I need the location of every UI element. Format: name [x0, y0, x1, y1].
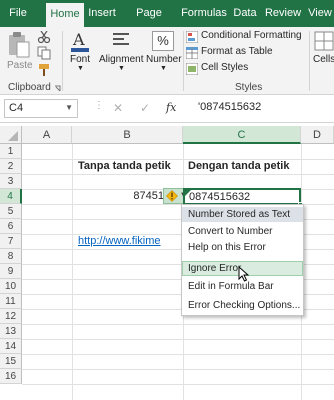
menu-item-help-on-this-error[interactable]: Help on this Error — [182, 240, 303, 255]
mouse-cursor-icon — [238, 266, 249, 282]
formula-input[interactable]: '0874515632 — [188, 99, 334, 118]
ribbon-tab-bar: File Home Insert Page Layout Formulas Da… — [0, 0, 334, 46]
alignment-label: Alignment — [99, 54, 144, 65]
paste-label: Paste — [7, 60, 33, 71]
column-header-c[interactable]: C — [183, 126, 301, 144]
menu-item-error-checking-options[interactable]: Error Checking Options... — [182, 298, 303, 313]
number-button[interactable]: % Number ▼ — [146, 29, 182, 79]
row-header-14[interactable]: 14 — [0, 339, 22, 354]
paste-button[interactable]: Paste — [4, 31, 34, 75]
alignment-icon — [113, 33, 129, 45]
row-header-9[interactable]: 9 — [0, 264, 22, 279]
menu-item-convert-to-number[interactable]: Convert to Number — [182, 224, 303, 239]
row-header-13[interactable]: 13 — [0, 324, 22, 339]
tab-insert[interactable]: Insert — [86, 0, 118, 27]
format-as-table-label: Format as Table — [201, 46, 273, 57]
column-header-d[interactable]: D — [301, 126, 334, 144]
ribbon-separator — [309, 31, 310, 91]
cells-label[interactable]: Cells — [313, 54, 334, 65]
tab-page-layout[interactable]: Page Layout — [120, 0, 178, 46]
clipboard-group-label: Clipboard — [8, 82, 51, 93]
row-header-3[interactable]: 3 — [0, 174, 22, 189]
tab-formulas[interactable]: Formulas — [181, 0, 227, 27]
error-indicator-triangle — [185, 190, 191, 196]
row-header-11[interactable]: 11 — [0, 294, 22, 309]
name-box[interactable]: C4 ▼ — [4, 99, 78, 118]
alignment-button[interactable]: Alignment ▼ — [98, 29, 144, 79]
cell-c2[interactable]: Dengan tanda petik — [188, 160, 289, 172]
tab-home[interactable]: Home — [46, 3, 84, 27]
cell-styles-button[interactable]: Cell Styles — [186, 62, 310, 76]
font-label: Font — [70, 54, 91, 65]
font-dropdown-arrow: ▼ — [77, 65, 84, 72]
alignment-dropdown-arrow: ▼ — [118, 65, 125, 72]
enter-entry-icon[interactable]: ✓ — [140, 101, 150, 115]
paste-icon — [9, 32, 30, 58]
cell-c4-value: 0874515632 — [189, 191, 251, 203]
cancel-entry-icon[interactable]: ✕ — [113, 101, 123, 115]
cell-b7-link[interactable]: http://www.fikime — [78, 235, 181, 247]
row-header-12[interactable]: 12 — [0, 309, 22, 324]
conditional-formatting-icon — [186, 31, 198, 43]
tab-review[interactable]: Review — [263, 0, 303, 27]
font-color-icon: A — [71, 30, 89, 52]
row-header-10[interactable]: 10 — [0, 279, 22, 294]
row-header-6[interactable]: 6 — [0, 219, 22, 234]
cell-styles-label: Cell Styles — [201, 62, 249, 73]
column-header-b[interactable]: B — [72, 126, 183, 144]
name-box-value: C4 — [9, 102, 24, 114]
cut-icon[interactable] — [37, 31, 51, 43]
format-as-table-button[interactable]: Format as Table — [186, 46, 310, 60]
copy-icon[interactable] — [37, 46, 51, 60]
cell-styles-icon — [186, 63, 198, 75]
tab-file[interactable]: File — [0, 0, 36, 27]
number-dropdown-arrow: ▼ — [160, 65, 167, 72]
column-header-a[interactable]: A — [22, 126, 72, 144]
row-header-1[interactable]: 1 — [0, 144, 22, 159]
tab-data[interactable]: Data — [230, 0, 260, 27]
formula-bar-grip-icon[interactable]: ⋮ — [94, 101, 104, 111]
conditional-formatting-label: Conditional Formatting — [201, 30, 302, 41]
select-all-corner[interactable] — [0, 126, 22, 144]
formula-bar: C4 ▼ ⋮ ✕ ✓ fx '0874515632 — [0, 95, 334, 123]
font-button[interactable]: A Font ▼ — [66, 29, 94, 79]
row-header-5[interactable]: 5 — [0, 204, 22, 219]
row-header-16[interactable]: 16 — [0, 369, 22, 384]
active-cell-c4[interactable]: 0874515632 — [183, 188, 303, 207]
styles-group-label: Styles — [235, 82, 263, 93]
clipboard-launcher-icon[interactable] — [54, 85, 61, 92]
format-as-table-icon — [186, 47, 198, 59]
row-header-7[interactable]: 7 — [0, 234, 22, 249]
svg-text:A: A — [72, 30, 85, 49]
ribbon-separator — [62, 31, 63, 91]
cell-b4[interactable]: 87451 — [132, 190, 164, 202]
name-box-dropdown-icon[interactable]: ▼ — [65, 103, 73, 112]
row-header-2[interactable]: 2 — [0, 159, 22, 174]
tab-view[interactable]: View — [306, 0, 334, 27]
warning-icon — [166, 190, 178, 202]
format-painter-icon[interactable] — [37, 63, 51, 77]
cell-b2[interactable]: Tanpa tanda petik — [78, 160, 171, 172]
cells-icon[interactable] — [314, 31, 334, 51]
formula-input-value: '0874515632 — [198, 101, 262, 113]
row-header-15[interactable]: 15 — [0, 354, 22, 369]
ribbon-separator — [183, 31, 184, 91]
conditional-formatting-button[interactable]: Conditional Formatting — [186, 30, 310, 44]
row-header-8[interactable]: 8 — [0, 249, 22, 264]
row-header-4[interactable]: 4 — [0, 189, 22, 204]
menu-header-number-stored-as-text: Number Stored as Text — [182, 207, 303, 222]
percent-icon: % — [152, 31, 174, 51]
error-options-menu: Number Stored as Text Convert to Number … — [181, 204, 304, 316]
insert-function-button[interactable]: fx — [166, 101, 176, 114]
ribbon: Paste Clipboard A Font ▼ Alignment ▼ % N… — [0, 27, 334, 95]
number-label: Number — [146, 54, 182, 65]
